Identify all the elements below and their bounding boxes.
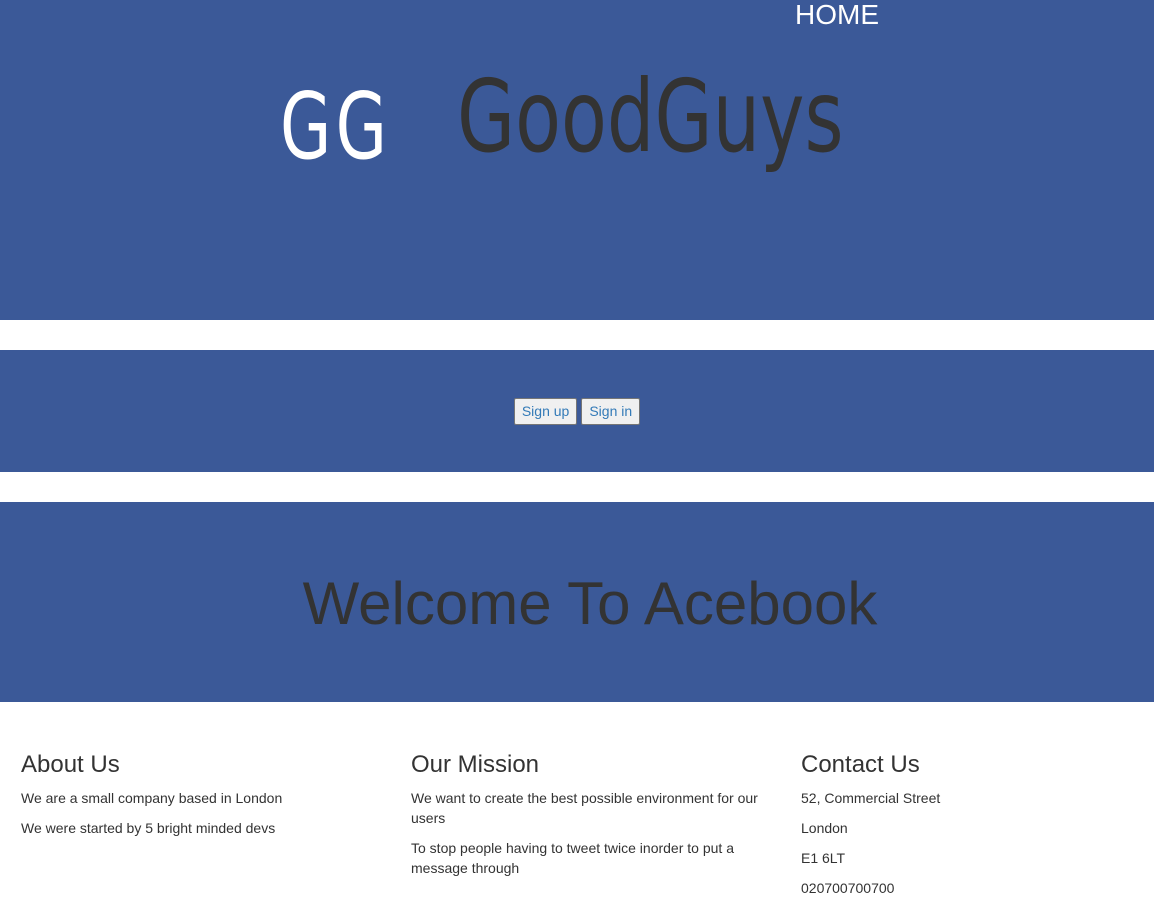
signin-button[interactable]: Sign in [581, 398, 641, 425]
logo-name: GoodGuys [457, 58, 844, 175]
footer-contact: Contact Us 52, Commercial Street London … [801, 750, 1154, 908]
contact-phone: 020700700700 [801, 880, 895, 896]
mission-line: We want to create the best possible envi… [411, 790, 758, 826]
auth-buttons: Sign up Sign in [0, 398, 1154, 425]
mission-line: To stop people having to tweet twice ino… [411, 840, 734, 876]
site-header: HOME GG GoodGuys [0, 0, 1154, 320]
nav-home-link[interactable]: HOME [795, 0, 879, 30]
about-heading: About Us [21, 751, 120, 778]
logo-mark: GG [280, 73, 392, 180]
signup-button[interactable]: Sign up [513, 398, 578, 425]
contact-heading: Contact Us [801, 751, 920, 778]
contact-address: 52, Commercial Street [801, 790, 941, 806]
contact-city: London [801, 820, 848, 836]
auth-bar: Sign up Sign in [0, 350, 1154, 472]
about-line: We are a small company based in London [21, 790, 283, 806]
welcome-banner: Welcome To Acebook [0, 502, 1154, 702]
footer-about: About Us We are a small company based in… [21, 750, 381, 848]
welcome-title: Welcome To Acebook [302, 570, 878, 637]
about-line: We were started by 5 bright minded devs [21, 820, 276, 836]
mission-heading: Our Mission [411, 751, 540, 778]
footer-mission: Our Mission We want to create the best p… [411, 750, 766, 888]
contact-postcode: E1 6LT [801, 850, 846, 866]
